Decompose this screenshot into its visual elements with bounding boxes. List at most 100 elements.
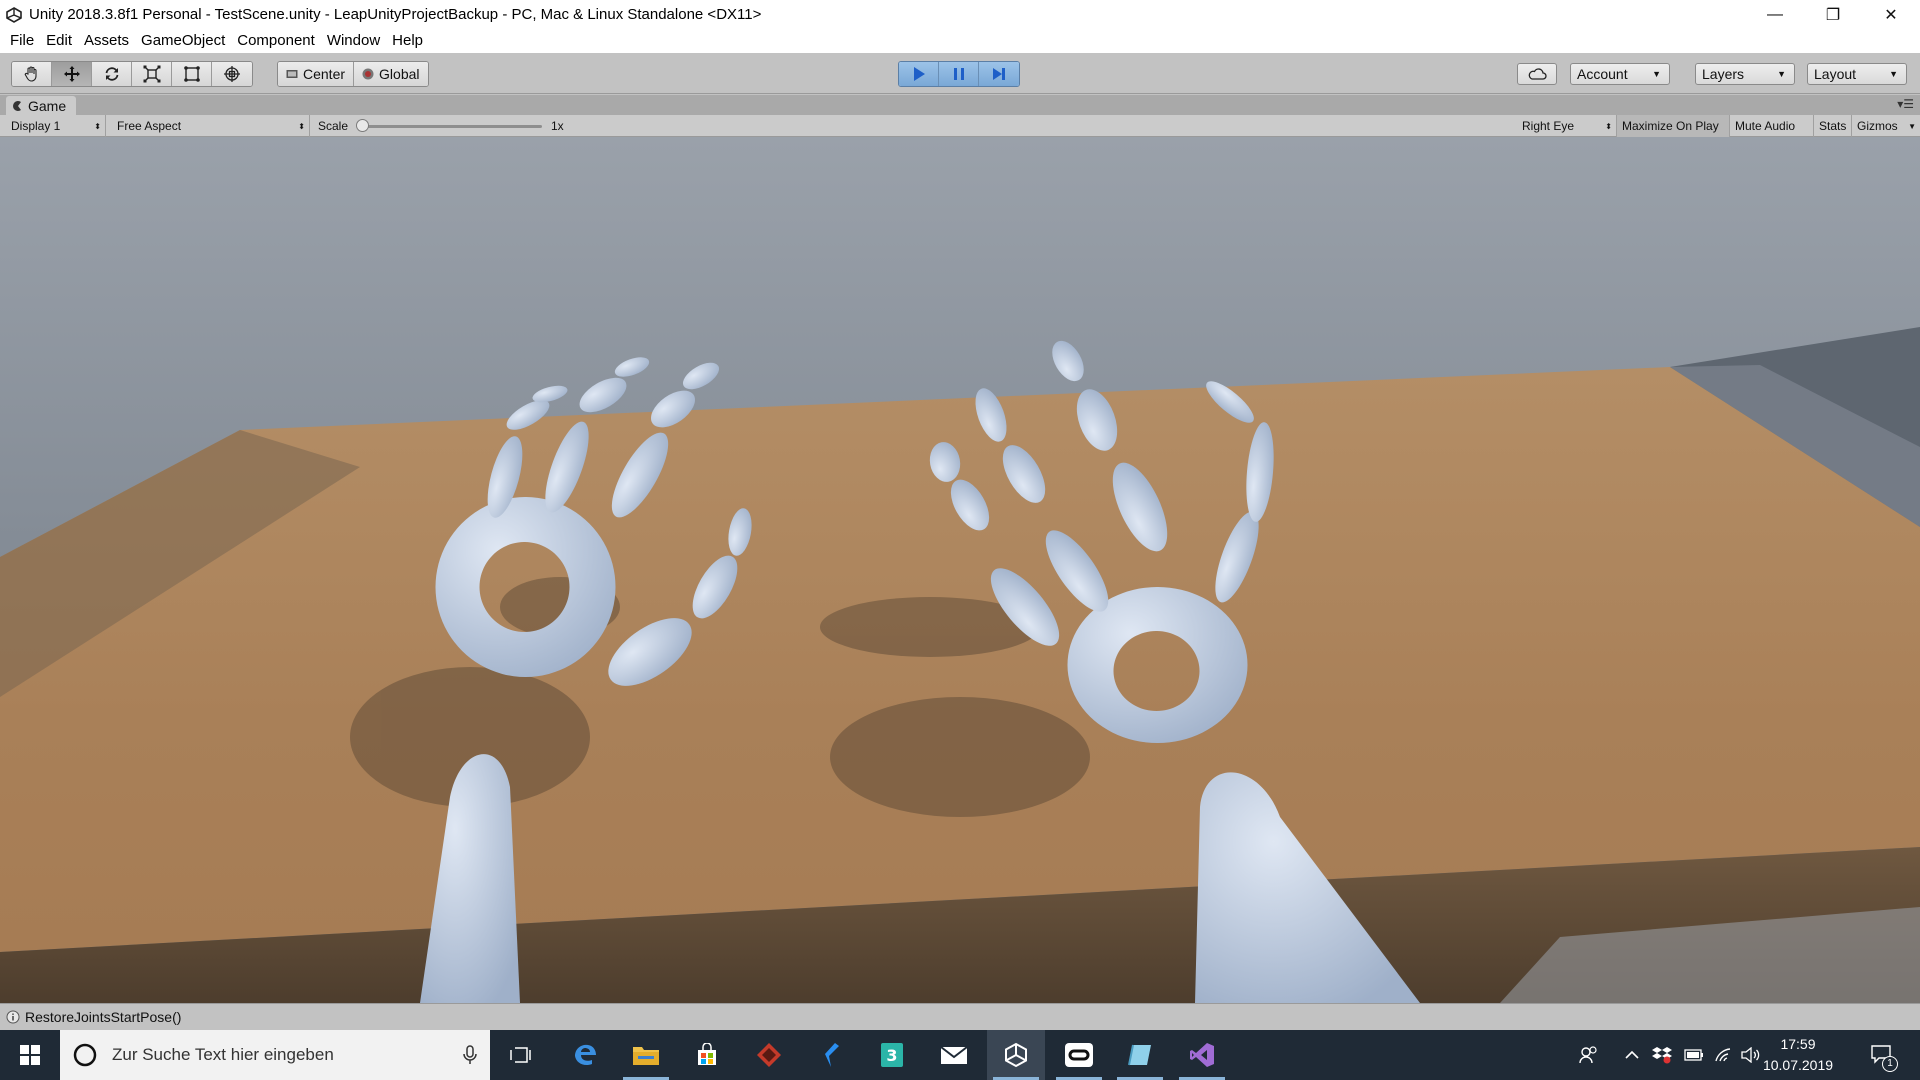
taskbar-vscode[interactable]: [801, 1030, 859, 1080]
tab-game[interactable]: Game: [6, 96, 77, 115]
people-button[interactable]: [1575, 1030, 1603, 1080]
task-view-button[interactable]: [492, 1030, 550, 1080]
game-app-icon: [757, 1043, 781, 1067]
transform-tool-button[interactable]: [212, 62, 252, 86]
transform-tool-icon: [224, 66, 240, 82]
updown-icon: ⬍: [1605, 121, 1612, 131]
rotate-tool-icon: [105, 67, 118, 81]
taskbar-app-blue[interactable]: [1111, 1030, 1169, 1080]
layout-label: Layout: [1814, 66, 1857, 82]
minimize-button[interactable]: —: [1746, 0, 1804, 29]
aspect-label: Free Aspect: [117, 119, 182, 133]
display-dropdown[interactable]: Display 1 ⬍: [6, 115, 106, 137]
cloud-icon: [1528, 68, 1547, 80]
battery-tray[interactable]: [1680, 1030, 1708, 1080]
pivot-rotation-button[interactable]: Global: [354, 62, 428, 86]
oculus-icon: [1065, 1043, 1093, 1067]
taskbar-mail[interactable]: [925, 1030, 983, 1080]
visual-studio-code-icon: [825, 1043, 839, 1067]
taskbar-visual-studio[interactable]: [1173, 1030, 1231, 1080]
display-label: Display 1: [11, 119, 61, 133]
mute-audio-toggle[interactable]: Mute Audio: [1730, 115, 1814, 137]
scale-label: Scale: [318, 119, 349, 133]
pivot-mode-button[interactable]: Center: [278, 62, 355, 86]
window-titlebar: Unity 2018.3.8f1 Personal - TestScene.un…: [0, 0, 1920, 29]
clock-date: 10.07.2019: [1762, 1057, 1834, 1073]
taskbar-file-explorer[interactable]: [617, 1030, 675, 1080]
move-tool-button[interactable]: [52, 62, 92, 86]
scale-value: 1x: [551, 119, 564, 133]
gizmos-label: Gizmos: [1857, 119, 1898, 133]
menu-bar: File Edit Assets GameObject Component Wi…: [0, 29, 1920, 53]
menu-file[interactable]: File: [4, 29, 40, 53]
hand-tool-icon: [24, 66, 37, 82]
game-tab-bar: Game ▾☰: [0, 95, 1920, 115]
eye-label: Right Eye: [1522, 119, 1575, 133]
maximize-on-play-toggle[interactable]: Maximize On Play: [1617, 115, 1730, 137]
scale-tool-button[interactable]: [132, 62, 172, 86]
account-dropdown[interactable]: Account ▼: [1570, 63, 1670, 85]
console-status-bar[interactable]: RestoreJointsStartPose(): [0, 1003, 1920, 1030]
start-button[interactable]: [0, 1030, 60, 1080]
gizmos-dropdown[interactable]: Gizmos ▼: [1852, 115, 1920, 137]
pivot-toggles: Center Global: [277, 61, 429, 87]
visual-studio-icon: [1190, 1043, 1214, 1067]
taskbar-store[interactable]: [678, 1030, 736, 1080]
scale-slider-track[interactable]: [362, 125, 542, 128]
aspect-dropdown[interactable]: Free Aspect ⬍: [112, 115, 310, 137]
menu-assets[interactable]: Assets: [78, 29, 135, 53]
game-view[interactable]: [0, 137, 1920, 1003]
chevron-down-icon: ▼: [1889, 69, 1898, 79]
menu-gameobject[interactable]: GameObject: [135, 29, 231, 53]
step-button[interactable]: [979, 62, 1019, 86]
restore-button[interactable]: ❐: [1804, 0, 1862, 29]
game-view-toolbar: Display 1 ⬍ Free Aspect ⬍ Scale 1x Right…: [0, 115, 1920, 137]
microphone-icon[interactable]: [462, 1045, 478, 1065]
menu-edit[interactable]: Edit: [40, 29, 78, 53]
dropbox-tray[interactable]: [1648, 1030, 1676, 1080]
store-icon: [698, 1043, 716, 1065]
menu-window[interactable]: Window: [321, 29, 386, 53]
pivot-rotation-label: Global: [379, 66, 420, 82]
show-hidden-icons-button[interactable]: [1620, 1030, 1644, 1080]
taskbar-oculus[interactable]: [1050, 1030, 1108, 1080]
rect-tool-icon: [183, 66, 200, 82]
layers-dropdown[interactable]: Layers ▼: [1695, 63, 1795, 85]
volume-icon: [1741, 1047, 1760, 1063]
transform-tools: [11, 61, 253, 87]
taskbar-game-app[interactable]: [740, 1030, 798, 1080]
collab-cloud-button[interactable]: [1517, 63, 1557, 85]
rotate-tool-button[interactable]: [92, 62, 132, 86]
edge-icon: [575, 1044, 596, 1066]
hand-tool-button[interactable]: [12, 62, 52, 86]
taskbar-clock[interactable]: 17:59 10.07.2019: [1762, 1034, 1834, 1076]
main-toolbar: Center Global Account ▼ Layers ▼ Layout …: [0, 53, 1920, 94]
taskbar-unity[interactable]: [987, 1030, 1045, 1080]
taskbar-search[interactable]: Zur Suche Text hier eingeben: [60, 1030, 490, 1080]
move-tool-icon: [63, 66, 80, 82]
close-button[interactable]: ✕: [1862, 0, 1920, 29]
clock-time: 17:59: [1780, 1036, 1816, 1052]
tab-menu-icon[interactable]: ▾☰: [1897, 97, 1914, 111]
play-button[interactable]: [899, 62, 939, 86]
stats-toggle[interactable]: Stats: [1814, 115, 1852, 137]
menu-component[interactable]: Component: [231, 29, 321, 53]
taskbar-app-3[interactable]: 3: [863, 1030, 921, 1080]
svg-text:3: 3: [886, 1046, 897, 1065]
eye-dropdown[interactable]: Right Eye ⬍: [1517, 115, 1617, 137]
rect-tool-button[interactable]: [172, 62, 212, 86]
windows-logo-icon: [20, 1045, 40, 1065]
pivot-center-icon: [286, 70, 298, 78]
action-center-button[interactable]: 1: [1862, 1030, 1902, 1080]
people-icon: [1579, 1046, 1597, 1064]
notification-count-badge: 1: [1882, 1056, 1898, 1072]
taskbar-edge[interactable]: [556, 1030, 614, 1080]
layout-dropdown[interactable]: Layout ▼: [1807, 63, 1907, 85]
scale-slider-handle[interactable]: [356, 119, 369, 132]
wifi-tray[interactable]: [1710, 1030, 1738, 1080]
pause-button[interactable]: [939, 62, 979, 86]
windows-taskbar: Zur Suche Text hier eingeben 3 17:59 10.…: [0, 1030, 1920, 1080]
menu-help[interactable]: Help: [386, 29, 429, 53]
volume-tray[interactable]: [1738, 1030, 1764, 1080]
chevron-down-icon: ▼: [1908, 121, 1916, 131]
